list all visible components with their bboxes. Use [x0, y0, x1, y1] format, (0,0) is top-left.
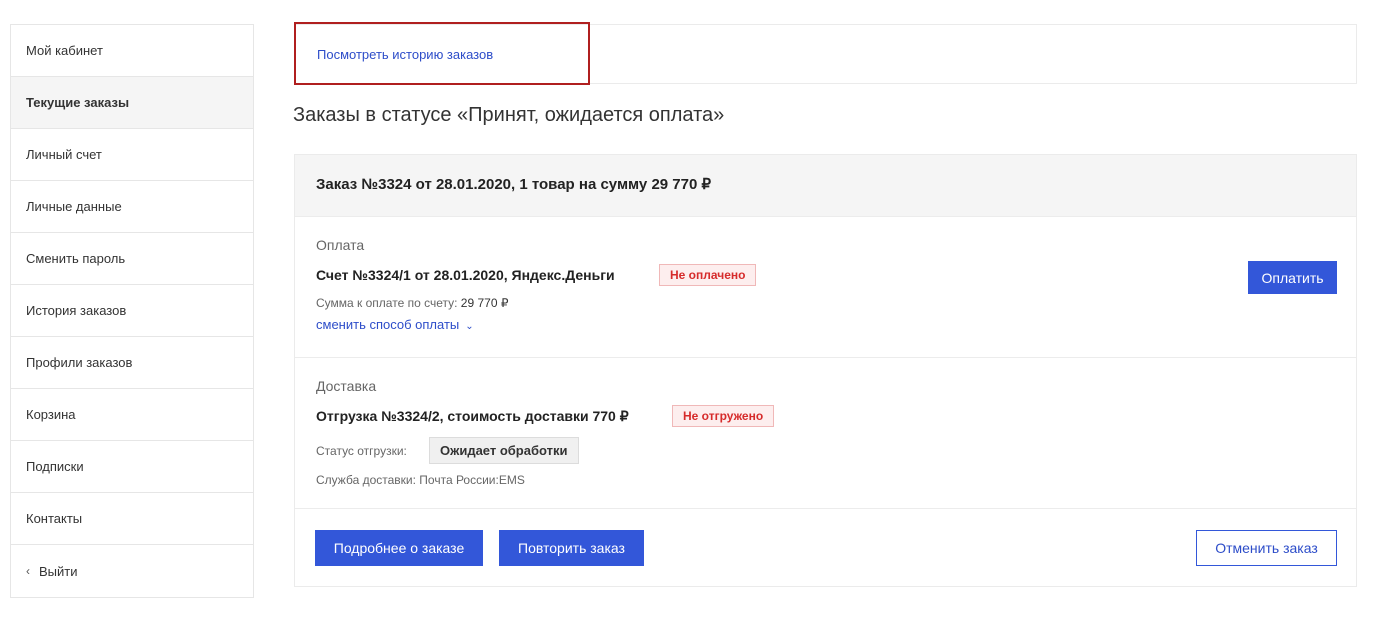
- sidebar-item-label: Мой кабинет: [26, 43, 103, 58]
- sidebar-item-label: Подписки: [26, 459, 84, 474]
- payment-status-badge: Не оплачено: [659, 264, 757, 286]
- order-title: Заказ №3324 от 28.01.2020, 1 товар на су…: [316, 176, 712, 193]
- divider: [295, 216, 1356, 217]
- status-heading: Заказы в статусе «Принят, ожидается опла…: [293, 104, 725, 126]
- repeat-order-button[interactable]: Повторить заказ: [499, 530, 644, 566]
- payment-amount: Сумма к оплате по счету: 29 770 ₽: [316, 296, 508, 310]
- delivery-service: Служба доставки: Почта России:EMS: [316, 473, 525, 487]
- sidebar-item-personal-data[interactable]: Личные данные: [11, 181, 253, 233]
- sidebar-item-subscriptions[interactable]: Подписки: [11, 441, 253, 493]
- sidebar-item-my-cabinet[interactable]: Мой кабинет: [11, 25, 253, 77]
- chevron-left-icon: ‹: [26, 564, 30, 578]
- sidebar-item-label: Контакты: [26, 511, 83, 526]
- payment-amount-value: 29 770 ₽: [460, 296, 509, 310]
- divider: [295, 357, 1356, 358]
- order-details-button[interactable]: Подробнее о заказе: [315, 530, 483, 566]
- shipment-status-chip: Ожидает обработки: [429, 437, 579, 464]
- sidebar-item-label: Выйти: [39, 563, 78, 579]
- divider: [295, 508, 1356, 509]
- sidebar-item-label: Текущие заказы: [26, 95, 130, 110]
- sidebar-item-label: Сменить пароль: [26, 251, 126, 266]
- sidebar-item-change-password[interactable]: Сменить пароль: [11, 233, 253, 285]
- sidebar-item-current-orders[interactable]: Текущие заказы: [11, 77, 253, 129]
- delivery-section-label: Доставка: [316, 378, 377, 394]
- sidebar-item-order-profiles[interactable]: Профили заказов: [11, 337, 253, 389]
- sidebar-item-order-history[interactable]: История заказов: [11, 285, 253, 337]
- sidebar-item-label: Корзина: [26, 407, 76, 422]
- sidebar-item-label: История заказов: [26, 303, 127, 318]
- payment-amount-label: Сумма к оплате по счету:: [316, 296, 458, 310]
- invoice-title: Счет №3324/1 от 28.01.2020, Яндекс.Деньг…: [316, 267, 615, 283]
- sidebar-item-label: Профили заказов: [26, 355, 133, 370]
- delivery-service-label: Служба доставки:: [316, 473, 416, 487]
- sidebar-item-personal-account[interactable]: Личный счет: [11, 129, 253, 181]
- pay-button[interactable]: Оплатить: [1248, 261, 1337, 294]
- change-payment-method-label: сменить способ оплаты: [316, 317, 460, 332]
- cancel-order-button[interactable]: Отменить заказ: [1196, 530, 1337, 566]
- sidebar-item-contacts[interactable]: Контакты: [11, 493, 253, 545]
- shipment-status-label: Статус отгрузки:: [316, 444, 407, 458]
- payment-section-label: Оплата: [316, 237, 365, 253]
- chevron-down-icon: ⌄: [465, 321, 474, 332]
- sidebar-nav: Мой кабинет Текущие заказы Личный счет Л…: [10, 24, 254, 598]
- shipment-status-badge: Не отгружено: [672, 405, 775, 427]
- sidebar-item-cart[interactable]: Корзина: [11, 389, 253, 441]
- change-payment-method-link[interactable]: сменить способ оплаты ⌄: [316, 317, 474, 332]
- sidebar-item-label: Личные данные: [26, 199, 122, 214]
- order-card: Заказ №3324 от 28.01.2020, 1 товар на су…: [294, 154, 1357, 587]
- delivery-service-value: Почта России:EMS: [419, 473, 525, 487]
- shipment-title: Отгрузка №3324/2, стоимость доставки 770…: [316, 408, 629, 424]
- order-header: Заказ №3324 от 28.01.2020, 1 товар на су…: [295, 155, 1356, 216]
- order-history-link[interactable]: Посмотреть историю заказов: [317, 47, 493, 62]
- sidebar-item-logout[interactable]: ‹ Выйти: [11, 545, 253, 597]
- sidebar-item-label: Личный счет: [26, 147, 102, 162]
